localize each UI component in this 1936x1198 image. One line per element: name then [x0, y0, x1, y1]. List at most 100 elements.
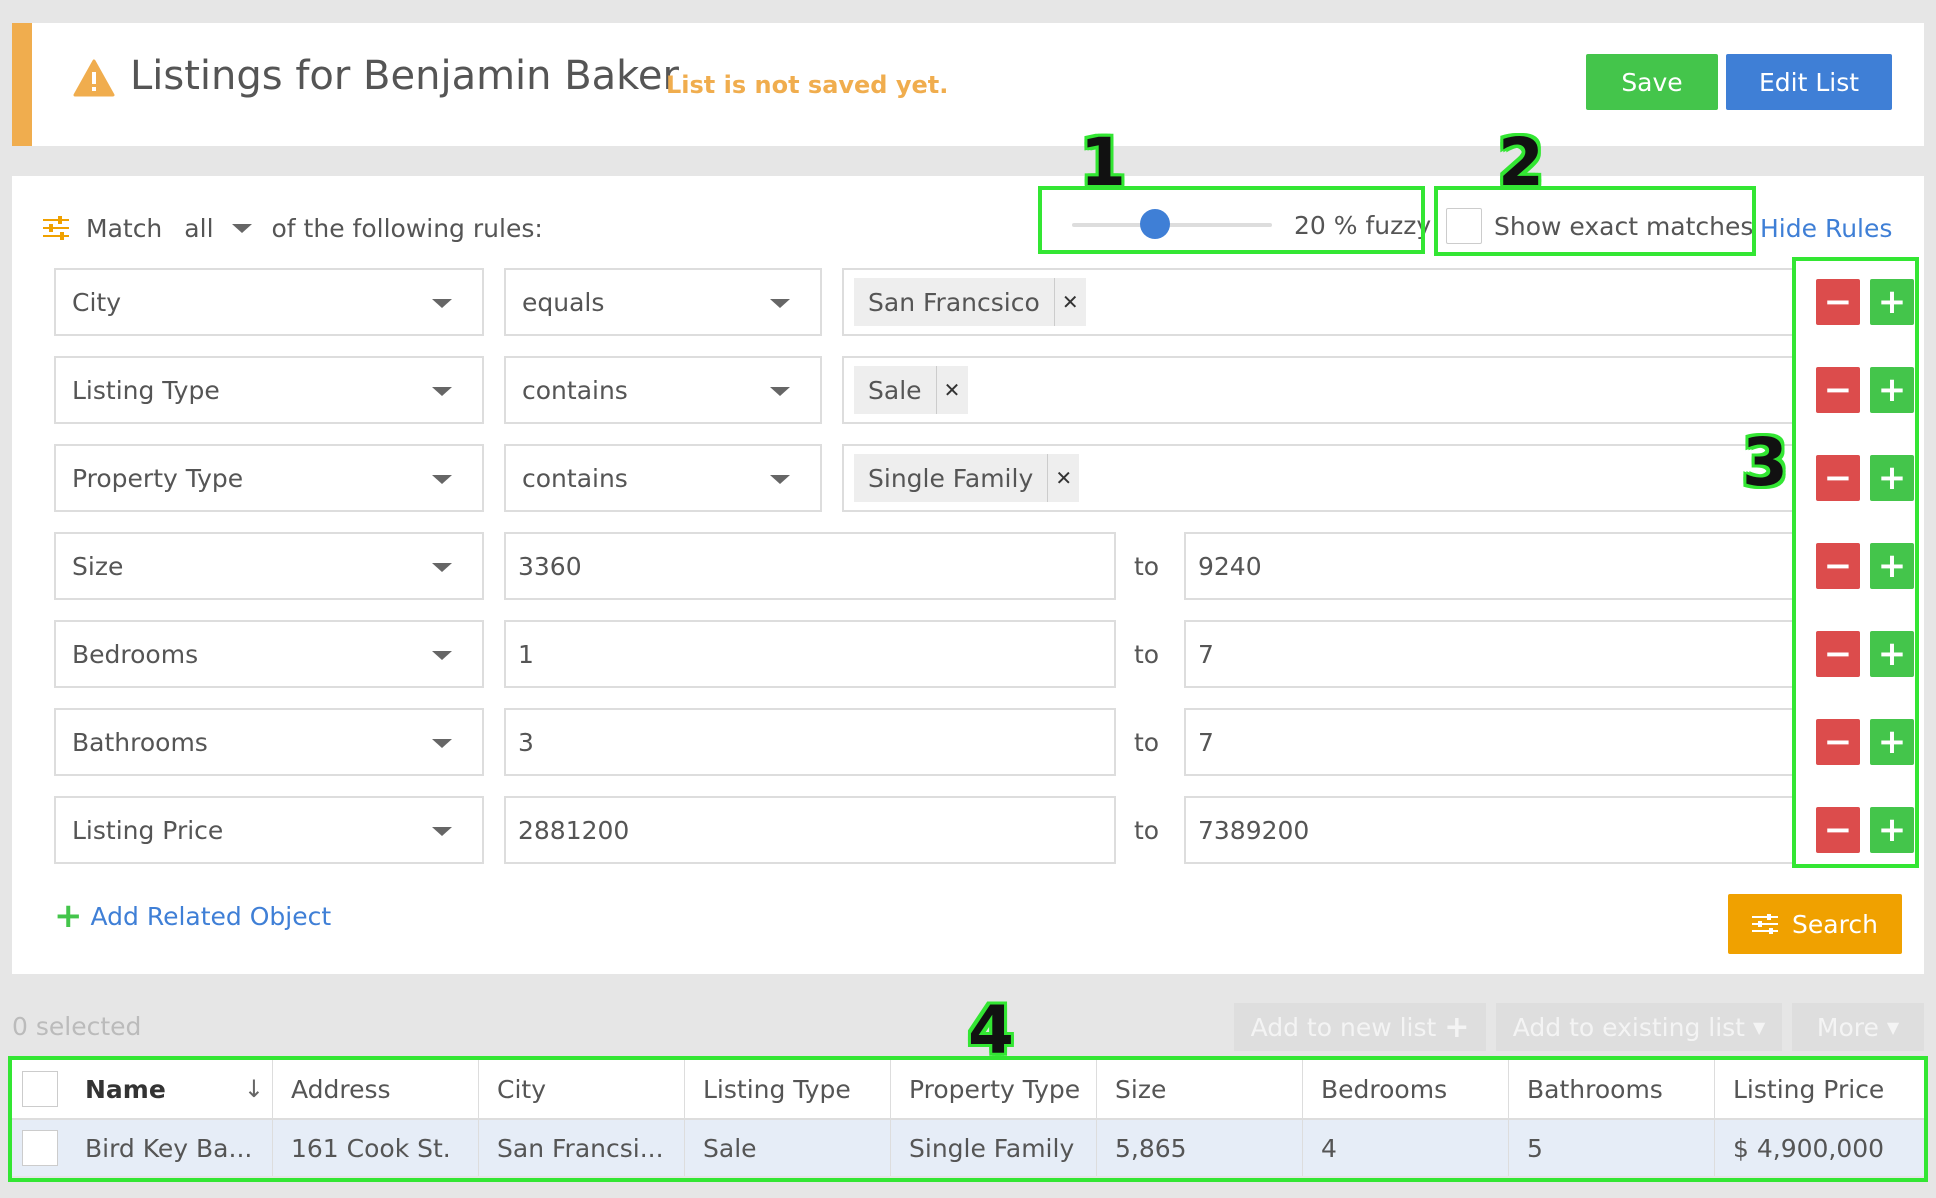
rule-field-select[interactable]: Bathrooms	[54, 708, 484, 776]
column-header-listing-type[interactable]: Listing Type	[685, 1060, 891, 1118]
rule-field-value: Size	[72, 551, 124, 581]
match-mode-dropdown[interactable]: all	[184, 213, 252, 243]
remove-rule-button[interactable]: −	[1816, 719, 1860, 765]
header-checkbox-cell	[12, 1060, 67, 1118]
remove-rule-button[interactable]: −	[1816, 807, 1860, 853]
add-rule-button[interactable]: +	[1870, 719, 1914, 765]
rule-field-select[interactable]: Property Type	[54, 444, 484, 512]
row-checkbox-cell	[12, 1120, 67, 1176]
cell-size: 5,865	[1097, 1120, 1303, 1176]
remove-rule-button[interactable]: −	[1816, 543, 1860, 589]
rule-row: Size 3360 to 9240	[54, 532, 1796, 600]
rule-row: Listing Price 2881200 to 7389200	[54, 796, 1796, 864]
rule-operator-select[interactable]: contains	[504, 444, 822, 512]
rule-tag-input[interactable]: San Francsico ✕	[842, 268, 1796, 336]
column-header-bathrooms[interactable]: Bathrooms	[1509, 1060, 1715, 1118]
column-header-size[interactable]: Size	[1097, 1060, 1303, 1118]
callout-2: 2	[1498, 124, 1544, 201]
add-rule-button[interactable]: +	[1870, 543, 1914, 589]
arrow-down-icon: ↓	[243, 1075, 264, 1103]
fuzzy-slider-handle[interactable]	[1140, 209, 1170, 239]
header-accent-bar	[12, 23, 32, 146]
add-to-new-list-button[interactable]: Add to new list +	[1234, 1003, 1486, 1051]
range-from-input[interactable]: 3	[504, 708, 1116, 776]
remove-tag-icon[interactable]: ✕	[1047, 454, 1079, 502]
cell-bedrooms: 4	[1303, 1120, 1509, 1176]
match-mode-value: all	[184, 213, 214, 243]
range-from-input[interactable]: 2881200	[504, 796, 1116, 864]
more-actions-button[interactable]: More ▼	[1792, 1003, 1924, 1051]
remove-rule-button[interactable]: −	[1816, 367, 1860, 413]
rule-field-select[interactable]: Bedrooms	[54, 620, 484, 688]
rule-field-select[interactable]: Size	[54, 532, 484, 600]
column-header-listing-price[interactable]: Listing Price	[1715, 1060, 1922, 1118]
table-row[interactable]: Bird Key Ba... 161 Cook St. San Francsi.…	[12, 1120, 1924, 1176]
rule-row: Bedrooms 1 to 7	[54, 620, 1796, 688]
row-checkbox[interactable]	[22, 1130, 58, 1166]
rule-field-value: Listing Type	[72, 375, 220, 405]
select-all-checkbox[interactable]	[22, 1071, 58, 1107]
range-to-input[interactable]: 7	[1184, 708, 1796, 776]
range-to-input[interactable]: 9240	[1184, 532, 1796, 600]
value-tag: Single Family ✕	[854, 454, 1080, 502]
value-tag-label: Single Family	[868, 463, 1034, 493]
more-actions-label: More	[1816, 1012, 1879, 1042]
add-rule-button[interactable]: +	[1870, 455, 1914, 501]
add-rule-button[interactable]: +	[1870, 631, 1914, 677]
rule-tag-input[interactable]: Single Family ✕	[842, 444, 1796, 512]
fuzzy-control: 20 % fuzzy	[1060, 192, 1432, 258]
results-table: Name ↓ Address City Listing Type Property…	[12, 1060, 1924, 1176]
exact-matches-checkbox[interactable]	[1446, 208, 1482, 244]
value-tag: San Francsico ✕	[854, 278, 1086, 326]
fuzzy-value-label: 20 % fuzzy	[1294, 210, 1432, 240]
callout-3: 3	[1742, 424, 1788, 501]
plus-icon: +	[54, 896, 83, 936]
column-header-city[interactable]: City	[479, 1060, 685, 1118]
cell-bathrooms: 5	[1509, 1120, 1715, 1176]
chevron-down-icon	[770, 475, 790, 484]
hide-rules-link[interactable]: Hide Rules	[1760, 206, 1892, 250]
cell-listing-price: $ 4,900,000	[1733, 1133, 1885, 1163]
range-to-input[interactable]: 7	[1184, 620, 1796, 688]
remove-rule-button[interactable]: −	[1816, 631, 1860, 677]
rule-field-select[interactable]: Listing Type	[54, 356, 484, 424]
rule-tag-input[interactable]: Sale ✕	[842, 356, 1796, 424]
add-rule-button[interactable]: +	[1870, 279, 1914, 325]
chevron-down-icon	[432, 387, 452, 396]
save-button[interactable]: Save	[1586, 54, 1718, 110]
callout-4: 4	[968, 992, 1014, 1069]
rule-field-select[interactable]: Listing Price	[54, 796, 484, 864]
edit-list-button[interactable]: Edit List	[1726, 54, 1892, 110]
range-from-input[interactable]: 1	[504, 620, 1116, 688]
chevron-down-icon	[432, 827, 452, 836]
remove-rule-button[interactable]: −	[1816, 279, 1860, 325]
page-header: Listings for Benjamin Baker List is not …	[12, 23, 1924, 146]
column-header-name[interactable]: Name ↓	[67, 1060, 273, 1118]
remove-tag-icon[interactable]: ✕	[935, 366, 968, 414]
remove-tag-icon[interactable]: ✕	[1053, 278, 1086, 326]
rule-operator-select[interactable]: equals	[504, 268, 822, 336]
add-rule-button[interactable]: +	[1870, 807, 1914, 853]
unsaved-status: List is not saved yet.	[666, 71, 949, 99]
add-rule-button[interactable]: +	[1870, 367, 1914, 413]
remove-rule-button[interactable]: −	[1816, 455, 1860, 501]
rule-field-value: Listing Price	[72, 815, 224, 845]
add-related-object-label: Add Related Object	[90, 901, 332, 931]
sliders-icon	[1752, 914, 1779, 934]
search-button[interactable]: Search	[1728, 894, 1902, 954]
add-related-object-link[interactable]: + Add Related Object	[54, 896, 331, 936]
add-to-existing-list-button[interactable]: Add to existing list ▼	[1496, 1003, 1782, 1051]
chevron-down-icon	[432, 563, 452, 572]
rule-operator-select[interactable]: contains	[504, 356, 822, 424]
range-to-input[interactable]: 7389200	[1184, 796, 1796, 864]
rule-field-select[interactable]: City	[54, 268, 484, 336]
fuzzy-slider[interactable]	[1072, 209, 1272, 239]
rule-operator-value: contains	[522, 375, 628, 405]
selected-count: 0 selected	[12, 1012, 142, 1041]
exact-matches-control: Show exact matches	[1446, 190, 1766, 262]
range-to-label: to	[1134, 727, 1160, 757]
rule-row: City equals San Francsico ✕	[54, 268, 1796, 336]
column-header-address[interactable]: Address	[273, 1060, 479, 1118]
column-header-bedrooms[interactable]: Bedrooms	[1303, 1060, 1509, 1118]
range-from-input[interactable]: 3360	[504, 532, 1116, 600]
